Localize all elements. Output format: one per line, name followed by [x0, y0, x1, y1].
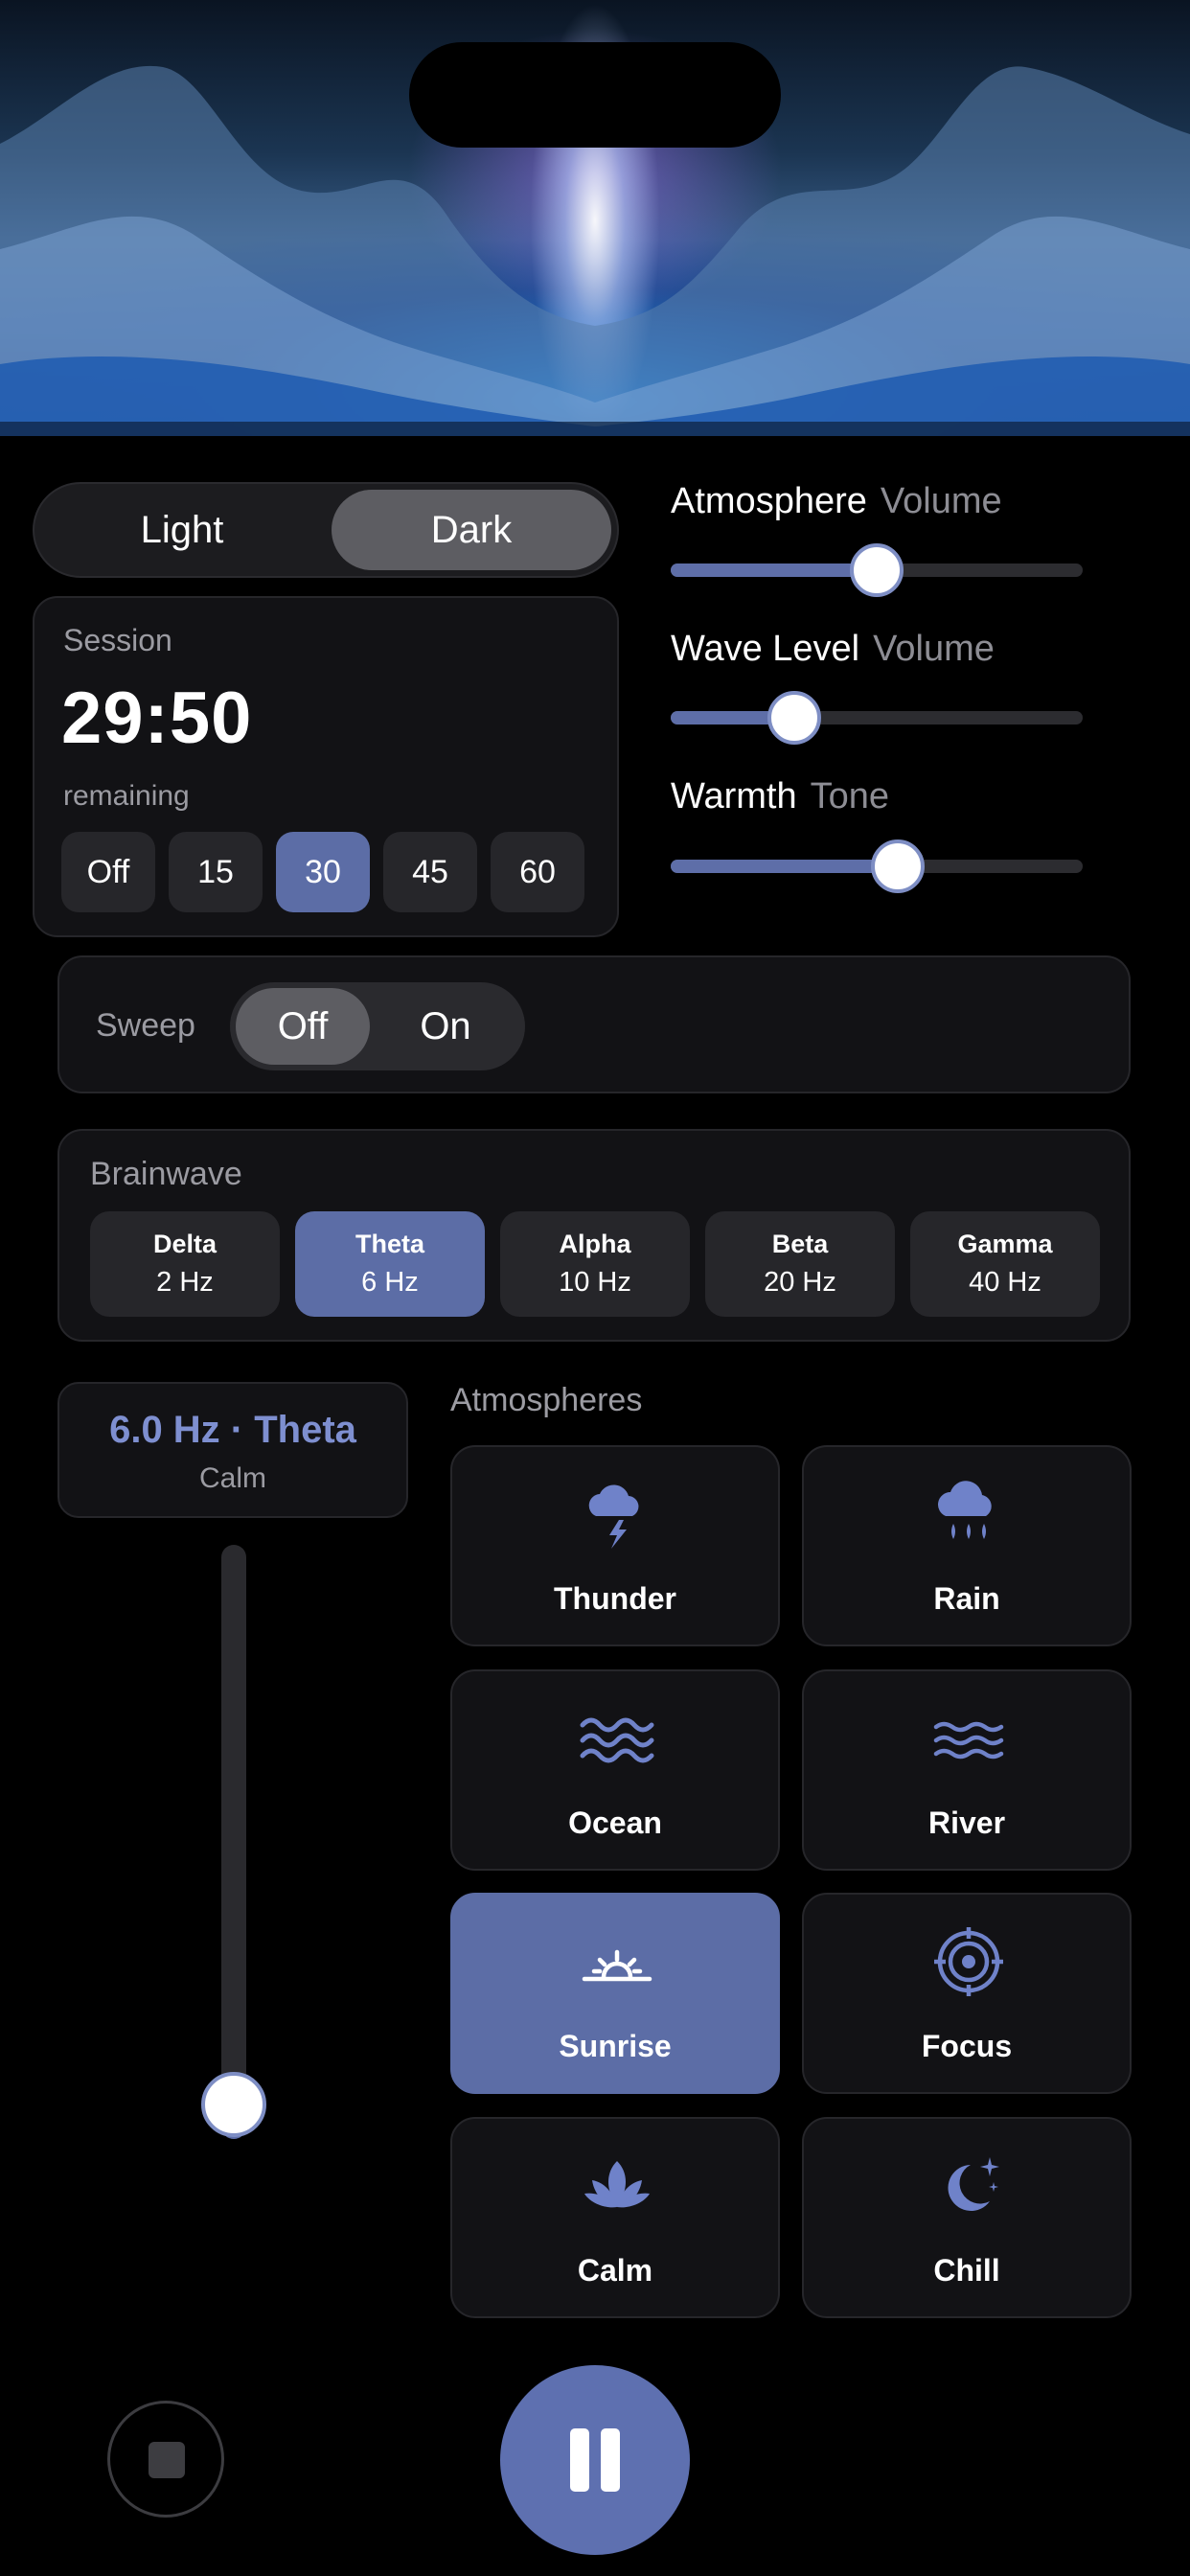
band-name: Gamma	[957, 1230, 1053, 1258]
band-hz: 10 Hz	[559, 1267, 631, 1298]
atmosphere-calm-tile[interactable]: Calm	[450, 2117, 780, 2318]
frequency-slider-thumb[interactable]	[201, 2072, 266, 2137]
atmosphere-volume-fill	[671, 564, 877, 577]
tile-label: Ocean	[568, 1806, 662, 1840]
tile-label: Sunrise	[559, 2029, 672, 2063]
stop-button[interactable]	[107, 2401, 224, 2518]
calm-icon	[584, 2161, 650, 2208]
sweep-toggle: Off On	[230, 982, 525, 1070]
sweep-label: Sweep	[96, 1007, 195, 1044]
atmosphere-volume-slider[interactable]	[671, 543, 1083, 597]
tile-label: River	[927, 1806, 1006, 1840]
brainwave-gamma-button[interactable]: Gamma 40 Hz	[910, 1211, 1100, 1317]
atmosphere-volume-label: Atmosphere Volume	[671, 481, 1002, 521]
dynamic-island	[409, 42, 781, 148]
session-label: Session	[63, 623, 172, 657]
brainwave-theta-button[interactable]: Theta 6 Hz	[295, 1211, 485, 1317]
duration-15-button[interactable]: 15	[169, 832, 263, 912]
sweep-off-option[interactable]: Off	[236, 988, 370, 1065]
wave-level-volume-thumb[interactable]	[767, 691, 821, 745]
tile-label: Focus	[921, 2029, 1013, 2063]
session-duration-options: Off 15 30 45 60	[61, 832, 584, 912]
sweep-on-option[interactable]: On	[374, 988, 517, 1065]
pause-icon	[570, 2428, 589, 2492]
pause-button[interactable]	[500, 2365, 690, 2555]
atmosphere-rain-tile[interactable]: Rain	[802, 1445, 1132, 1646]
band-hz: 6 Hz	[361, 1267, 419, 1298]
hero-image	[0, 0, 1190, 436]
warmth-tone-label: Warmth Tone	[671, 776, 889, 816]
tile-label: Calm	[577, 2253, 653, 2288]
frequency-slider[interactable]	[221, 1545, 246, 2139]
thunder-icon	[588, 1484, 639, 1549]
tile-label: Rain	[933, 1581, 1000, 1616]
tile-label: Chill	[933, 2253, 1000, 2288]
band-name: Alpha	[559, 1230, 631, 1258]
pause-icon-bar	[601, 2428, 620, 2492]
wave-level-volume-slider[interactable]	[671, 691, 1083, 745]
brainwave-delta-button[interactable]: Delta 2 Hz	[90, 1211, 280, 1317]
band-name: Theta	[355, 1230, 424, 1258]
duration-30-button[interactable]: 30	[276, 832, 370, 912]
frequency-mood: Calm	[198, 1462, 266, 1494]
atmosphere-river-tile[interactable]: River	[802, 1669, 1132, 1871]
ocean-icon	[580, 1717, 654, 1763]
duration-45-button[interactable]: 45	[383, 832, 477, 912]
warmth-tone-thumb[interactable]	[870, 840, 925, 893]
rain-icon	[938, 1481, 992, 1539]
sunrise-icon	[582, 1949, 652, 1982]
theme-light-option[interactable]: Light	[40, 490, 324, 570]
stop-icon	[149, 2442, 185, 2478]
atmospheres-title: Atmospheres	[450, 1382, 643, 1418]
river-icon	[933, 1721, 1004, 1760]
atmosphere-focus-tile[interactable]: Focus	[802, 1893, 1132, 2094]
atmosphere-thunder-tile[interactable]: Thunder	[450, 1445, 780, 1646]
frequency-value: 6.0 Hz · Theta	[109, 1409, 356, 1451]
wave-level-volume-label: Wave Level Volume	[671, 629, 995, 669]
atmosphere-chill-tile[interactable]: Chill	[802, 2117, 1132, 2318]
band-hz: 2 Hz	[156, 1267, 214, 1298]
sweep-card: Sweep Off On	[57, 955, 1131, 1093]
brainwave-label: Brainwave	[90, 1156, 242, 1192]
brainwave-alpha-button[interactable]: Alpha 10 Hz	[500, 1211, 690, 1317]
duration-off-button[interactable]: Off	[61, 832, 155, 912]
atmosphere-sunrise-tile[interactable]: Sunrise	[450, 1893, 780, 2094]
atmosphere-volume-thumb[interactable]	[850, 543, 904, 597]
brainwave-card: Brainwave Delta 2 Hz Theta 6 Hz Alpha 10…	[57, 1129, 1131, 1342]
band-hz: 20 Hz	[764, 1267, 836, 1298]
session-time: 29:50	[61, 678, 253, 759]
session-card: Session 29:50 remaining Off 15 30 45 60	[33, 596, 619, 937]
warmth-tone-slider[interactable]	[671, 840, 1083, 893]
atmosphere-ocean-tile[interactable]: Ocean	[450, 1669, 780, 1871]
tile-label: Thunder	[554, 1581, 676, 1616]
chill-icon	[948, 2157, 999, 2211]
focus-icon	[934, 1927, 1003, 1996]
theme-toggle: Light Dark	[33, 482, 619, 578]
brainwave-beta-button[interactable]: Beta 20 Hz	[705, 1211, 895, 1317]
session-remaining-label: remaining	[63, 780, 190, 812]
duration-60-button[interactable]: 60	[491, 832, 584, 912]
band-name: Beta	[771, 1230, 829, 1258]
warmth-tone-fill	[671, 860, 898, 873]
frequency-readout: 6.0 Hz · Theta Calm	[57, 1382, 408, 1518]
theme-dark-option[interactable]: Dark	[332, 490, 611, 570]
band-hz: 40 Hz	[969, 1267, 1041, 1298]
band-name: Delta	[152, 1230, 217, 1258]
